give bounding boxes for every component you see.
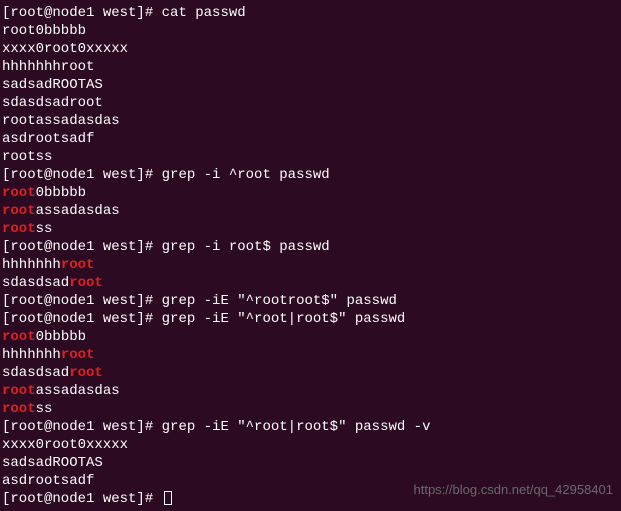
command-line: [root@node1 west]# grep -i root$ passwd [2, 238, 619, 256]
output-line: rootss [2, 400, 619, 418]
grep-match: root [69, 275, 103, 291]
output-line: rootss [2, 148, 619, 166]
output-line: root0bbbbb [2, 328, 619, 346]
output-line: xxxx0root0xxxxx [2, 436, 619, 454]
output-line: hhhhhhhroot [2, 256, 619, 274]
output-line: rootassadasdas [2, 112, 619, 130]
output-line: sdasdsadroot [2, 364, 619, 382]
command-line: [root@node1 west]# grep -iE "^root|root$… [2, 418, 619, 436]
output-line: root0bbbbb [2, 22, 619, 40]
output-line: xxxx0root0xxxxx [2, 40, 619, 58]
grep-match: root [69, 365, 103, 381]
output-line: sadsadROOTAS [2, 76, 619, 94]
command-line: [root@node1 west]# grep -i ^root passwd [2, 166, 619, 184]
grep-match: root [2, 203, 36, 219]
command-line: [root@node1 west]# grep -iE "^rootroot$"… [2, 292, 619, 310]
output-line: sdasdsadroot [2, 94, 619, 112]
output-line: root0bbbbb [2, 184, 619, 202]
grep-match: root [2, 185, 36, 201]
cursor-icon [164, 491, 172, 505]
command-line: [root@node1 west]# grep -iE "^root|root$… [2, 310, 619, 328]
grep-match: root [2, 221, 36, 237]
output-line: rootss [2, 220, 619, 238]
watermark: https://blog.csdn.net/qq_42958401 [414, 481, 614, 499]
output-line: hhhhhhhroot [2, 346, 619, 364]
output-line: rootassadasdas [2, 202, 619, 220]
output-line: rootassadasdas [2, 382, 619, 400]
output-line: sdasdsadroot [2, 274, 619, 292]
terminal-output: [root@node1 west]# cat passwd root0bbbbb… [2, 4, 619, 508]
output-line: sadsadROOTAS [2, 454, 619, 472]
grep-match: root [61, 257, 95, 273]
grep-match: root [2, 383, 36, 399]
grep-match: root [61, 347, 95, 363]
grep-match: root [2, 401, 36, 417]
grep-match: root [2, 329, 36, 345]
output-line: hhhhhhhroot [2, 58, 619, 76]
output-line: asdrootsadf [2, 130, 619, 148]
command-line: [root@node1 west]# cat passwd [2, 4, 619, 22]
